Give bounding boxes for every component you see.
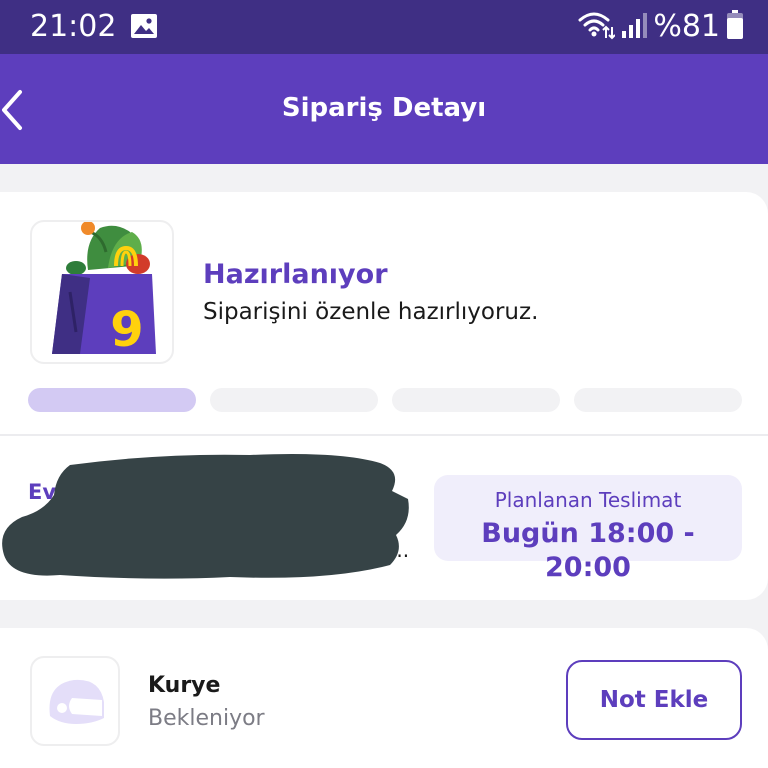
order-status-description: Siparişini özenle hazırlıyoruz. bbox=[203, 299, 539, 325]
courier-card: Kurye Bekleniyor Not Ekle bbox=[0, 628, 768, 768]
planned-delivery-time: Bugün 18:00 - 20:00 bbox=[481, 518, 695, 583]
order-status-title: Hazırlanıyor bbox=[203, 259, 388, 290]
wifi-icon bbox=[577, 10, 617, 44]
image-icon bbox=[130, 13, 158, 43]
battery-icon bbox=[726, 10, 744, 44]
progress-step bbox=[392, 388, 560, 412]
address-redaction bbox=[2, 454, 409, 579]
bag-number: 9 bbox=[110, 302, 143, 358]
signal-icon bbox=[621, 11, 648, 43]
progress-step bbox=[28, 388, 196, 412]
planned-delivery-label: Planlanan Teslimat bbox=[494, 488, 682, 512]
page-title: Sipariş Detayı bbox=[281, 93, 487, 123]
courier-title: Kurye bbox=[148, 673, 221, 698]
progress-step bbox=[574, 388, 742, 412]
order-progress-bar bbox=[28, 388, 742, 412]
order-status-card: 9 Hazırlanıyor Siparişini özenle hazırlı… bbox=[0, 192, 768, 600]
app-bar: Sipariş Detayı bbox=[0, 54, 768, 164]
divider bbox=[0, 434, 768, 436]
grocery-bag-image: 9 bbox=[30, 220, 174, 364]
status-bar: 21:02 %81 bbox=[0, 0, 768, 54]
add-note-button[interactable]: Not Ekle bbox=[566, 660, 742, 740]
status-time: 21:02 bbox=[30, 9, 117, 44]
helmet-icon bbox=[49, 679, 104, 724]
courier-avatar bbox=[30, 656, 120, 746]
courier-status: Bekleniyor bbox=[148, 706, 265, 731]
planned-delivery-box: Planlanan Teslimat Bugün 18:00 - 20:00 bbox=[434, 475, 742, 583]
progress-step bbox=[210, 388, 378, 412]
battery-percent: %81 bbox=[653, 9, 720, 44]
